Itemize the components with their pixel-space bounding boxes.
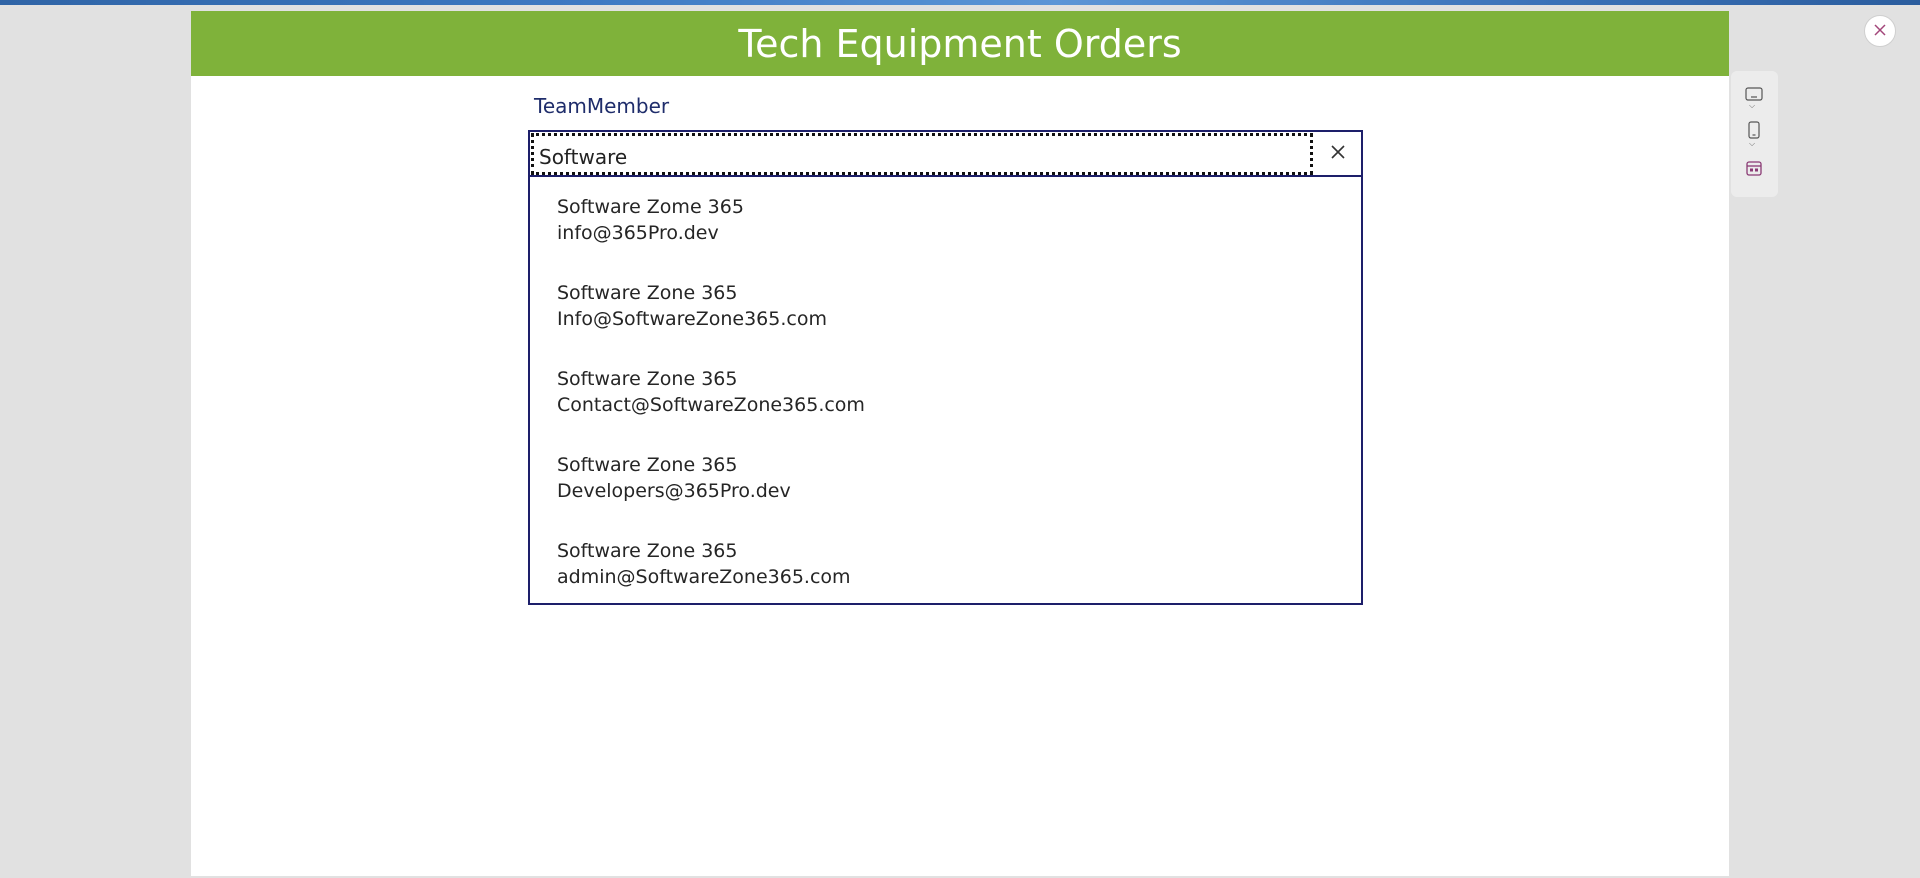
search-input[interactable]: Software (531, 133, 1313, 175)
list-item[interactable]: Software Zone 365 Contact@SoftwareZone36… (530, 349, 1361, 435)
close-icon (1873, 22, 1887, 41)
result-email: Info@SoftwareZone365.com (557, 308, 827, 330)
window-top-strip (0, 0, 1920, 5)
close-icon (1330, 144, 1346, 164)
chevron-down-icon[interactable]: ⌵ (1749, 139, 1755, 149)
close-preview-button[interactable] (1864, 15, 1896, 47)
list-item[interactable]: Software Zone 365 Info@SoftwareZone365.c… (530, 263, 1361, 349)
result-name: Software Zone 365 (557, 282, 738, 304)
list-item[interactable]: Software Zone 365 admin@SoftwareZone365.… (530, 521, 1361, 607)
calendar-icon[interactable] (1745, 159, 1763, 177)
results-list: Software Zome 365 info@365Pro.dev Softwa… (530, 177, 1361, 607)
result-email: admin@SoftwareZone365.com (557, 566, 851, 588)
clear-search-button[interactable] (1314, 132, 1361, 175)
result-name: Software Zone 365 (557, 454, 738, 476)
result-email: Contact@SoftwareZone365.com (557, 394, 865, 416)
app-canvas: Tech Equipment Orders TeamMember Softwar… (191, 11, 1729, 876)
result-name: Software Zome 365 (557, 196, 744, 218)
result-name: Software Zone 365 (557, 368, 738, 390)
page-title: Tech Equipment Orders (738, 21, 1182, 66)
teammember-combobox[interactable]: Software Software Zome 365 info@365Pro.d… (528, 130, 1363, 605)
result-email: Developers@365Pro.dev (557, 480, 791, 502)
teammember-label: TeamMember (534, 94, 670, 118)
list-item[interactable]: Software Zone 365 Developers@365Pro.dev (530, 435, 1361, 521)
phone-icon[interactable] (1745, 121, 1763, 139)
app-header: Tech Equipment Orders (191, 11, 1729, 76)
list-item[interactable]: Software Zome 365 info@365Pro.dev (530, 177, 1361, 263)
chevron-down-icon[interactable]: ⌵ (1749, 101, 1755, 111)
device-preview-panel: ⌵ ⌵ (1731, 71, 1778, 197)
result-email: info@365Pro.dev (557, 222, 719, 244)
result-name: Software Zone 365 (557, 540, 738, 562)
search-row: Software (530, 132, 1361, 177)
